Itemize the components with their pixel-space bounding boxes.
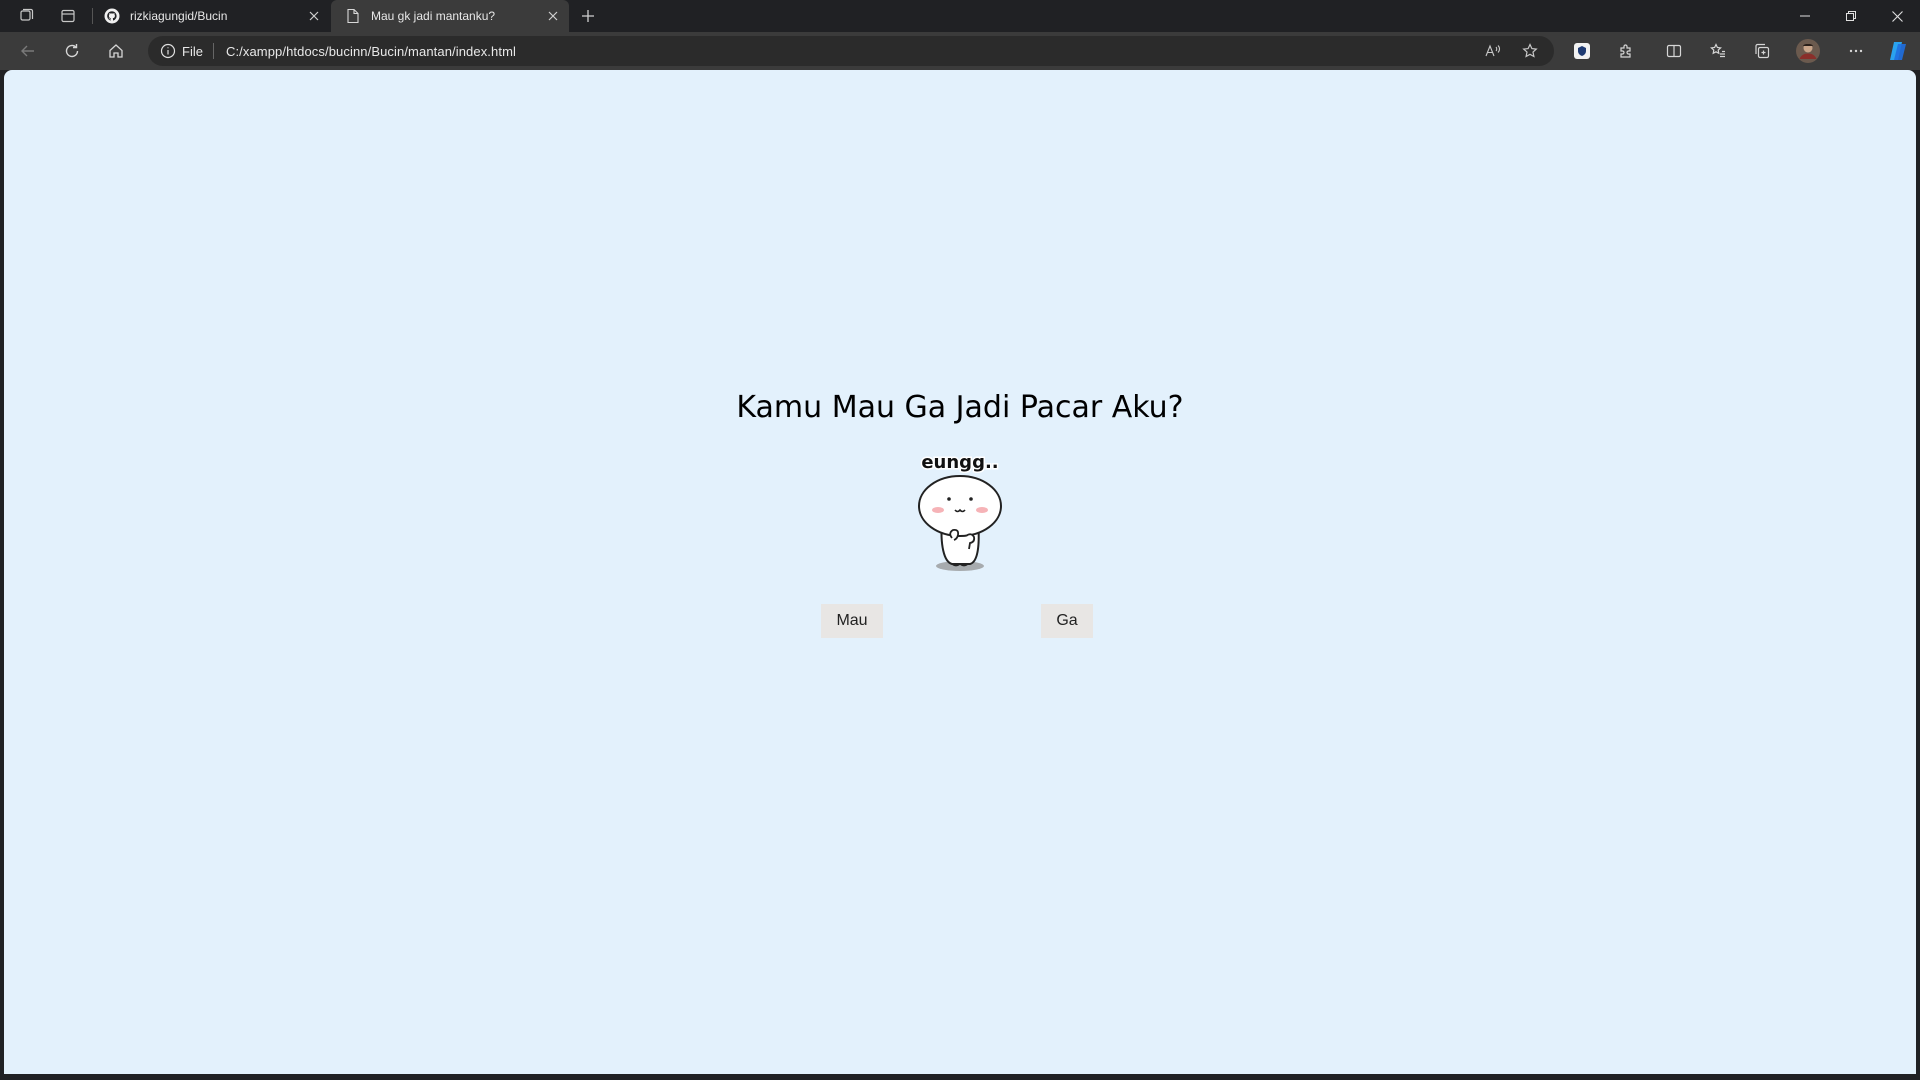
page-question: Kamu Mau Ga Jadi Pacar Aku? (736, 390, 1184, 425)
workspaces-icon[interactable] (14, 4, 38, 28)
read-aloud-icon[interactable] (1476, 38, 1512, 64)
address-bar[interactable]: File C:/xampp/htdocs/bucinn/Bucin/mantan… (148, 36, 1554, 66)
collections-icon[interactable] (1748, 37, 1776, 65)
refresh-icon[interactable] (58, 37, 86, 65)
copilot-icon[interactable] (1884, 37, 1912, 65)
no-button[interactable]: Ga (1041, 604, 1093, 638)
favorites-icon[interactable] (1704, 37, 1732, 65)
tab-current[interactable]: Mau gk jadi mantanku? (331, 0, 569, 32)
mascot-caption: eungg.. (921, 452, 998, 473)
tab-strip: rizkiagungid/Bucin Mau gk jadi mantanku? (0, 0, 1920, 32)
close-tab-icon[interactable] (306, 8, 322, 24)
profile-avatar[interactable] (1794, 37, 1822, 65)
scheme-label: File (182, 43, 203, 59)
address-divider (212, 43, 214, 59)
more-options-icon[interactable] (1842, 37, 1870, 65)
info-icon[interactable] (160, 43, 176, 59)
restore-icon[interactable] (1828, 0, 1874, 32)
github-icon (104, 8, 120, 24)
page-icon (345, 8, 361, 24)
tab-title: Mau gk jadi mantanku? (371, 9, 496, 23)
browser-toolbar: File C:/xampp/htdocs/bucinn/Bucin/mantan… (0, 32, 1920, 70)
tab-title: rizkiagungid/Bucin (130, 9, 228, 23)
window-bottom-edge (0, 1074, 1920, 1080)
minimize-icon[interactable] (1782, 0, 1828, 32)
favorite-star-icon[interactable] (1512, 38, 1548, 64)
mascot-sticker: eungg.. (918, 451, 1002, 571)
home-icon[interactable] (102, 37, 130, 65)
new-tab-icon[interactable] (576, 4, 600, 28)
close-window-icon[interactable] (1874, 0, 1920, 32)
tab-github[interactable]: rizkiagungid/Bucin (90, 0, 330, 32)
close-tab-icon[interactable] (545, 8, 561, 24)
back-icon[interactable] (14, 37, 42, 65)
yes-button[interactable]: Mau (821, 604, 883, 638)
tab-actions-icon[interactable] (56, 4, 80, 28)
url-text[interactable]: C:/xampp/htdocs/bucinn/Bucin/mantan/inde… (226, 44, 516, 59)
page-viewport: Kamu Mau Ga Jadi Pacar Aku? eungg.. Mau … (4, 70, 1916, 1074)
extensions-puzzle-icon[interactable] (1612, 37, 1640, 65)
split-screen-icon[interactable] (1660, 37, 1688, 65)
extension-shield-icon[interactable] (1568, 37, 1596, 65)
